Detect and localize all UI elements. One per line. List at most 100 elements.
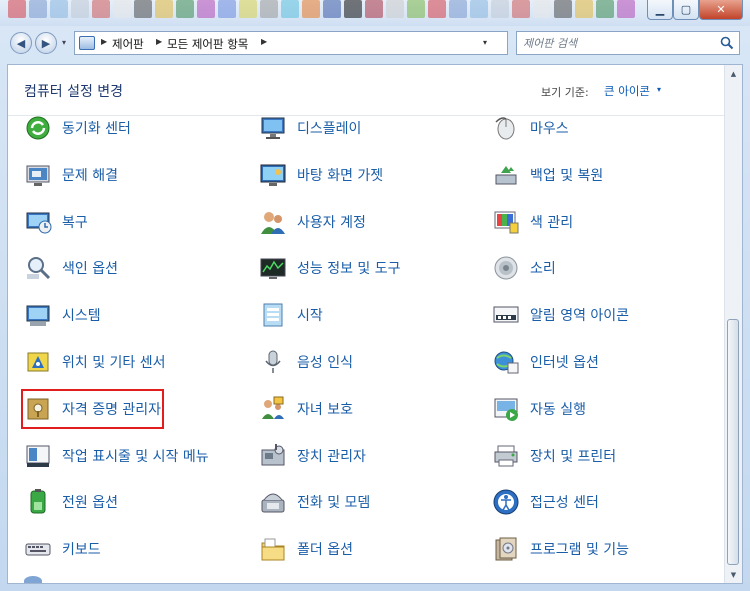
folder-options-icon (259, 535, 287, 563)
power-options-icon (24, 488, 52, 516)
preview-swatch (71, 0, 89, 18)
control-panel-item[interactable]: 바탕 화면 가젯 (259, 158, 383, 192)
color-management-icon (492, 208, 520, 236)
breadcrumb-control-panel[interactable]: 제어판 (112, 36, 144, 52)
control-panel-item[interactable]: 사용자 계정 (259, 205, 366, 239)
view-by-dropdown[interactable]: 큰 아이콘 (604, 83, 650, 99)
ease-of-access-icon (492, 488, 520, 516)
preview-swatch (260, 0, 278, 18)
preview-swatch (50, 0, 68, 18)
close-button[interactable]: ✕ (699, 0, 743, 20)
control-panel-item-label: 위치 및 기타 센서 (62, 355, 166, 371)
preview-swatch (29, 0, 47, 18)
control-panel-item[interactable]: 알림 영역 아이콘 (492, 298, 629, 332)
control-panel-item[interactable]: 폴더 옵션 (259, 532, 353, 566)
maximize-button[interactable]: ▢ (673, 0, 699, 20)
internet-options-icon (492, 348, 520, 376)
control-panel-item[interactable]: 복구 (24, 205, 88, 239)
scroll-up-button[interactable]: ▲ (725, 65, 742, 82)
preview-swatch (470, 0, 488, 18)
control-panel-item[interactable]: 시스템 (24, 298, 101, 332)
speech-recognition-icon (259, 348, 287, 376)
search-input[interactable] (523, 35, 713, 51)
control-panel-item-label: 색인 옵션 (62, 261, 118, 277)
control-panel-item[interactable]: 시작 (259, 298, 323, 332)
preview-swatch (554, 0, 572, 18)
control-panel-item[interactable]: 디스플레이 (259, 111, 361, 145)
control-panel-item[interactable]: 자녀 보호 (259, 392, 353, 426)
control-panel-item-label: 시작 (297, 308, 323, 324)
control-panel-item-label: 마우스 (530, 121, 569, 137)
control-panel-item[interactable]: 음성 인식 (259, 345, 353, 379)
search-icon[interactable] (720, 36, 734, 50)
title-bar[interactable]: ▁ ▢ ✕ (0, 0, 750, 26)
control-panel-item[interactable]: 장치 관리자 (259, 439, 366, 473)
control-panel-item-label: 장치 관리자 (297, 449, 366, 465)
notification-area-icon (492, 301, 520, 329)
control-panel-item[interactable]: 색인 옵션 (24, 251, 118, 285)
credential-manager-icon (24, 395, 52, 423)
control-panel-item[interactable]: 마우스 (492, 111, 569, 145)
control-panel-item[interactable]: 색 관리 (492, 205, 573, 239)
minimize-button[interactable]: ▁ (647, 0, 673, 20)
control-panel-item-label: 자녀 보호 (297, 402, 353, 418)
content-pane: 컴퓨터 설정 변경 보기 기준: 큰 아이콘 ▾ 동기화 센터 디스플레이 마우스 문… (7, 64, 743, 584)
control-panel-item[interactable]: 문제 해결 (24, 158, 118, 192)
preview-swatch (134, 0, 152, 18)
control-panel-item[interactable]: 장치 및 프린터 (492, 439, 616, 473)
scroll-thumb[interactable] (727, 319, 739, 565)
taskbar-start-menu-icon (24, 442, 52, 470)
control-panel-item[interactable]: 작업 표시줄 및 시작 메뉴 (24, 439, 209, 473)
desktop-gadgets-icon (259, 161, 287, 189)
preview-swatch (176, 0, 194, 18)
control-panel-item-label: 알림 영역 아이콘 (530, 308, 630, 324)
control-panel-item[interactable]: 성능 정보 및 도구 (259, 251, 401, 285)
control-panel-item-label: 작업 표시줄 및 시작 메뉴 (62, 449, 209, 465)
control-panel-item[interactable]: 자동 실행 (492, 392, 586, 426)
breadcrumb-all-items[interactable]: 모든 제어판 항목 (167, 36, 248, 52)
breadcrumb-separator-icon[interactable]: ▶ (156, 37, 162, 46)
preview-swatch (302, 0, 320, 18)
control-panel-item[interactable]: 위치 및 기타 센서 (24, 345, 166, 379)
chevron-down-icon[interactable]: ▾ (657, 85, 661, 94)
control-panel-item-label: 인터넷 옵션 (530, 355, 599, 371)
scroll-down-button[interactable]: ▼ (725, 566, 742, 583)
forward-button[interactable]: ▶ (35, 32, 57, 54)
preview-swatch (239, 0, 257, 18)
control-panel-item[interactable]: 인터넷 옵션 (492, 345, 599, 379)
back-button[interactable]: ◀ (10, 32, 32, 54)
control-panel-icon (79, 36, 95, 50)
sound-icon (492, 254, 520, 282)
control-panel-item-label: 백업 및 복원 (530, 168, 604, 184)
preview-swatch (323, 0, 341, 18)
breadcrumb-separator-icon[interactable]: ▶ (101, 37, 107, 46)
control-panel-item-label: 자동 실행 (530, 402, 586, 418)
control-panel-item[interactable]: 동기화 센터 (24, 111, 131, 145)
address-dropdown-icon[interactable]: ▾ (483, 38, 487, 47)
control-panel-item[interactable]: 전원 옵션 (24, 485, 118, 519)
location-sensors-icon (24, 348, 52, 376)
search-box[interactable] (516, 31, 740, 55)
control-panel-item[interactable]: 백업 및 복원 (492, 158, 603, 192)
control-panel-item-label: 접근성 센터 (530, 495, 599, 511)
preview-swatch (113, 0, 131, 18)
display-icon (259, 114, 287, 142)
control-panel-item[interactable]: 프로그램 및 기능 (492, 532, 629, 566)
preview-swatch (92, 0, 110, 18)
control-panel-item[interactable]: 전화 및 모뎀 (259, 485, 370, 519)
vertical-scrollbar[interactable]: ▲ ▼ (724, 65, 742, 583)
system-icon (24, 301, 52, 329)
control-panel-item[interactable]: 키보드 (24, 532, 101, 566)
backup-restore-icon (492, 161, 520, 189)
preview-swatch (197, 0, 215, 18)
preview-swatch (386, 0, 404, 18)
breadcrumb-separator-icon[interactable]: ▶ (261, 37, 267, 46)
control-panel-item[interactable]: 소리 (492, 251, 556, 285)
address-bar[interactable]: ▶ 제어판 ▶ 모든 제어판 항목 ▶ ▾ ↻ (74, 31, 577, 55)
recent-pages-dropdown[interactable]: ▾ (62, 38, 66, 47)
devices-printers-icon (492, 442, 520, 470)
control-panel-item[interactable]: 접근성 센터 (492, 485, 599, 519)
control-panel-item-label: 사용자 계정 (297, 215, 366, 231)
sync-center-icon (24, 114, 52, 142)
control-panel-item[interactable]: 자격 증명 관리자 (20, 389, 165, 429)
